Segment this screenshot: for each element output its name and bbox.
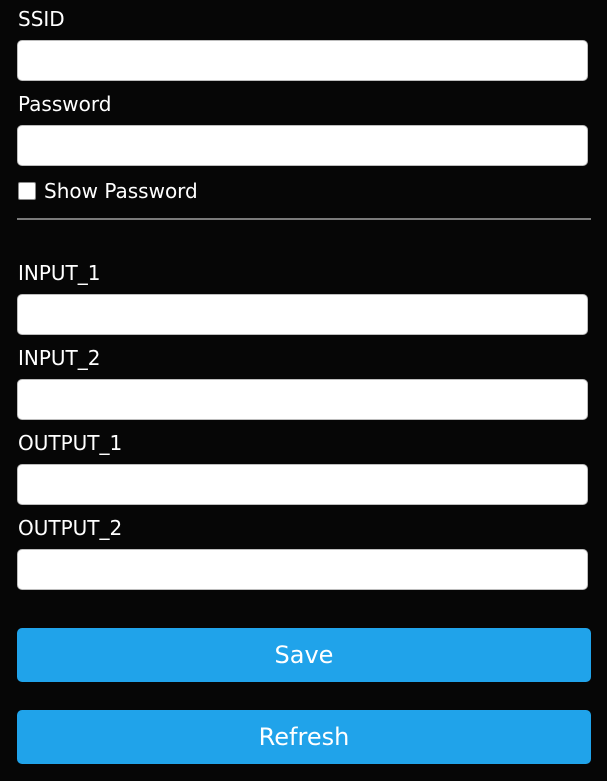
save-button[interactable]: Save	[17, 628, 591, 682]
refresh-button[interactable]: Refresh	[17, 710, 591, 764]
ssid-input[interactable]	[17, 40, 588, 81]
password-label: Password	[18, 92, 112, 116]
show-password-checkbox[interactable]	[18, 182, 36, 200]
output-1-label: OUTPUT_1	[18, 431, 123, 455]
password-input[interactable]	[17, 125, 588, 166]
show-password-label[interactable]: Show Password	[44, 179, 198, 203]
output-1-field[interactable]	[17, 464, 588, 505]
output-2-field[interactable]	[17, 549, 588, 590]
output-2-label: OUTPUT_2	[18, 516, 123, 540]
input-2-field[interactable]	[17, 379, 588, 420]
input-2-label: INPUT_2	[18, 346, 101, 370]
divider	[17, 218, 591, 220]
show-password-row[interactable]: Show Password	[18, 179, 198, 203]
ssid-label: SSID	[18, 7, 65, 31]
input-1-field[interactable]	[17, 294, 588, 335]
input-1-label: INPUT_1	[18, 261, 101, 285]
